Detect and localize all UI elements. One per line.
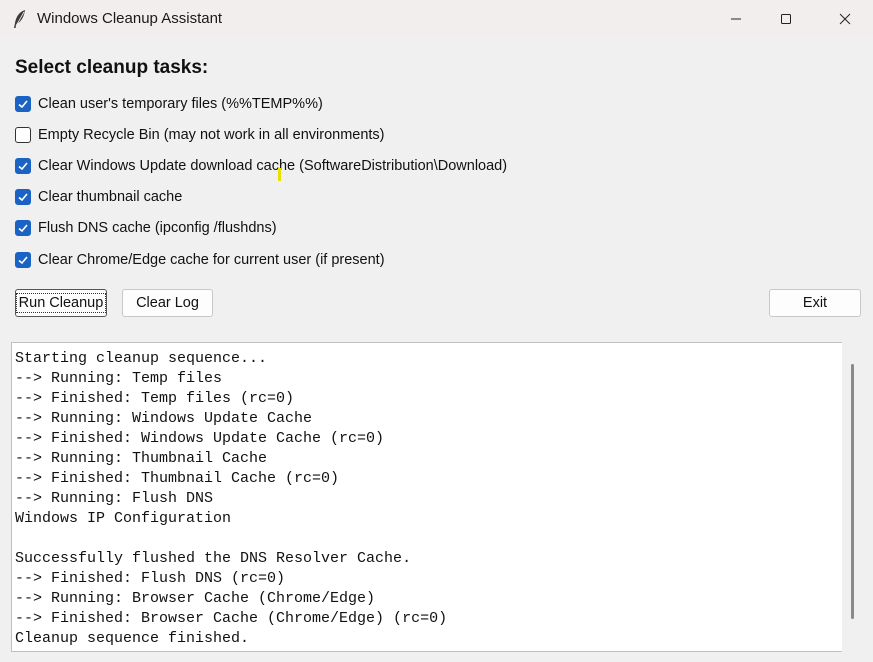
task-browser-cache[interactable]: Clear Chrome/Edge cache for current user…	[15, 250, 385, 270]
log-line: --> Running: Browser Cache (Chrome/Edge)	[15, 590, 376, 607]
task-label: Flush DNS cache (ipconfig /flushdns)	[38, 220, 277, 236]
minimize-icon	[731, 18, 741, 20]
run-cleanup-label: Run Cleanup	[15, 293, 107, 313]
close-icon	[839, 13, 851, 25]
task-temp-files[interactable]: Clean user's temporary files (%%TEMP%%)	[15, 94, 323, 114]
scrollbar-thumb[interactable]	[851, 364, 854, 619]
maximize-icon	[781, 14, 791, 24]
check-icon	[18, 162, 28, 171]
window-title: Windows Cleanup Assistant	[37, 10, 223, 27]
checkbox-checked[interactable]	[15, 189, 31, 205]
exit-button[interactable]: Exit	[769, 289, 861, 317]
log-line: --> Running: Temp files	[15, 370, 223, 387]
log-lines: Starting cleanup sequence... --> Running:…	[15, 349, 447, 649]
task-recycle-bin[interactable]: Empty Recycle Bin (may not work in all e…	[15, 125, 385, 145]
task-windows-update-cache[interactable]: Clear Windows Update download cache (Sof…	[15, 156, 507, 176]
log-scrollbar[interactable]	[842, 342, 862, 652]
run-cleanup-button[interactable]: Run Cleanup	[15, 289, 107, 317]
check-icon	[18, 193, 28, 202]
maximize-button[interactable]	[761, 0, 811, 38]
task-label: Empty Recycle Bin (may not work in all e…	[38, 127, 385, 143]
checkbox-checked[interactable]	[15, 252, 31, 268]
log-line: Successfully flushed the DNS Resolver Ca…	[15, 550, 412, 567]
section-heading: Select cleanup tasks:	[15, 57, 209, 78]
task-label: Clear Chrome/Edge cache for current user…	[38, 252, 385, 268]
log-line: --> Finished: Windows Update Cache (rc=0…	[15, 430, 385, 447]
checkbox-unchecked[interactable]	[15, 127, 31, 143]
log-output[interactable]: Starting cleanup sequence... --> Running:…	[11, 342, 842, 652]
log-line: --> Finished: Thumbnail Cache (rc=0)	[15, 470, 340, 487]
log-line: --> Running: Windows Update Cache	[15, 410, 313, 427]
check-icon	[18, 100, 28, 109]
task-flush-dns[interactable]: Flush DNS cache (ipconfig /flushdns)	[15, 218, 277, 238]
text-cursor	[278, 168, 281, 181]
main-content: Select cleanup tasks: Clean user's tempo…	[0, 38, 873, 662]
task-label: Clean user's temporary files (%%TEMP%%)	[38, 96, 323, 112]
task-label: Clear thumbnail cache	[38, 189, 183, 205]
checkbox-checked[interactable]	[15, 220, 31, 236]
checkbox-checked[interactable]	[15, 158, 31, 174]
log-line: --> Finished: Temp files (rc=0)	[15, 390, 295, 407]
log-line: --> Running: Flush DNS	[15, 490, 214, 507]
log-line: --> Running: Thumbnail Cache	[15, 450, 268, 467]
log-line: Windows IP Configuration	[15, 510, 232, 527]
check-icon	[18, 256, 28, 265]
log-line: Cleanup sequence finished.	[15, 630, 250, 647]
exit-label: Exit	[802, 295, 828, 311]
task-label: Clear Windows Update download cache (Sof…	[38, 158, 508, 174]
clear-log-button[interactable]: Clear Log	[122, 289, 213, 317]
close-button[interactable]	[820, 0, 870, 38]
feather-icon	[12, 9, 28, 29]
checkbox-checked[interactable]	[15, 96, 31, 112]
task-thumbnail-cache[interactable]: Clear thumbnail cache	[15, 187, 182, 207]
check-icon	[18, 224, 28, 233]
log-line: --> Finished: Flush DNS (rc=0)	[15, 570, 286, 587]
title-bar[interactable]: Windows Cleanup Assistant	[0, 0, 873, 38]
clear-log-label: Clear Log	[136, 295, 199, 311]
minimize-button[interactable]	[711, 0, 761, 38]
log-line: --> Finished: Browser Cache (Chrome/Edge…	[15, 610, 448, 627]
log-line: Starting cleanup sequence...	[15, 350, 268, 367]
